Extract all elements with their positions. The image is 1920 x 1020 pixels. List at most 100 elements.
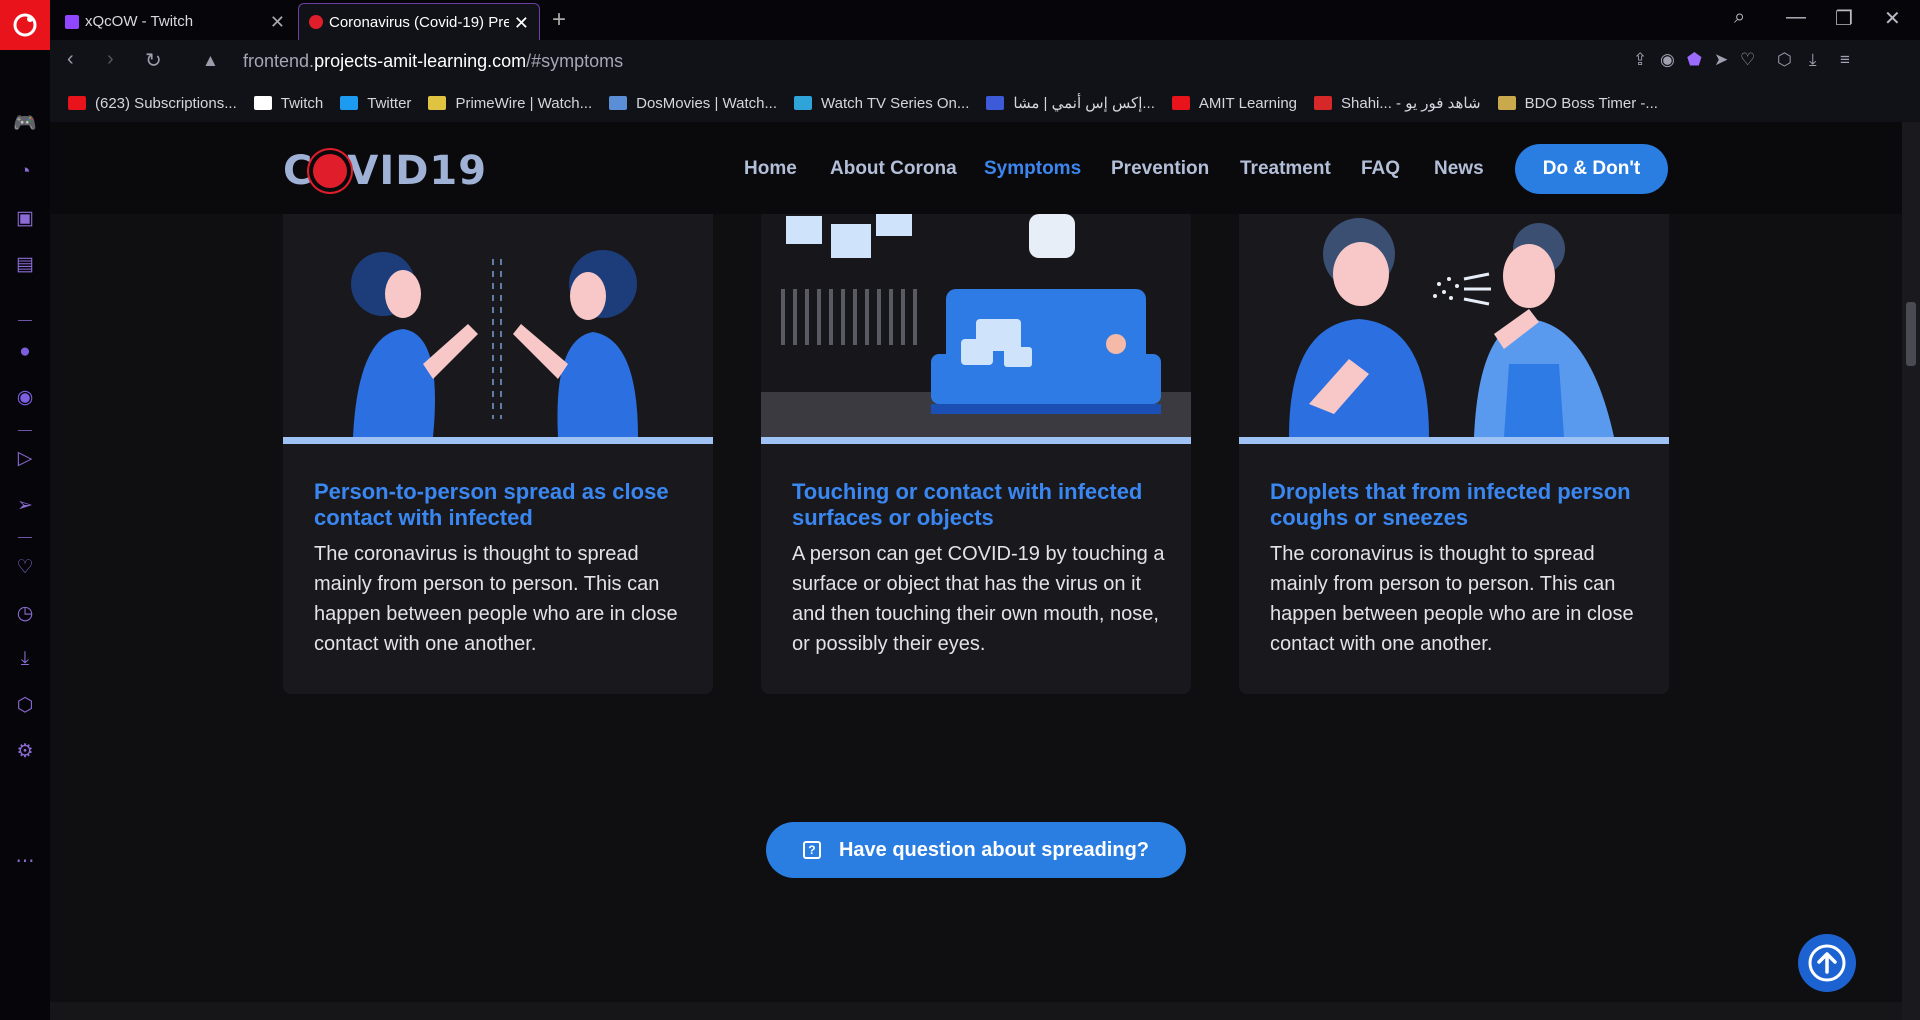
card-text: The coronavirus is thought to spread mai… (1270, 543, 1634, 655)
forward-icon[interactable]: › (107, 48, 114, 71)
history-icon[interactable]: ◷ (13, 602, 37, 626)
share-icon[interactable]: ⇪ (1633, 50, 1647, 70)
bookmarks-icon[interactable]: ♡ (13, 556, 37, 580)
opera-sidebar: 🎮 ◔ ▣ ▤ ● ◉ ▷ ➢ ♡ ◷ ⤓ ⬡ ⚙ ⋯ (0, 50, 50, 1020)
shop-icon[interactable]: ▣ (13, 207, 37, 231)
tab-covid[interactable]: Coronavirus (Covid-19) Pre ✕ (298, 3, 540, 40)
tab-label: Coronavirus (Covid-19) Pre (329, 13, 509, 31)
title-bar: xQcOW - Twitch ✕ Coronavirus (Covid-19) … (0, 0, 1920, 50)
bookmark-item[interactable]: Watch TV Series On... (794, 95, 969, 112)
dosmovies-icon (609, 96, 628, 110)
card-title: Touching or contact with infected surfac… (792, 479, 1143, 530)
nav-home[interactable]: Home (744, 158, 797, 180)
camera-icon[interactable]: ◉ (1660, 50, 1675, 70)
more-icon[interactable]: ⋯ (13, 850, 37, 874)
messenger-icon[interactable]: ● (13, 340, 37, 364)
close-window-icon[interactable]: ✕ (1884, 6, 1901, 31)
vpn-shield-icon[interactable]: ⬟ (1687, 50, 1702, 70)
twitch-icon (65, 14, 79, 29)
bookmark-item[interactable]: PrimeWire | Watch... (428, 95, 592, 112)
amit-icon (1171, 96, 1190, 110)
downloads-icon[interactable]: ⤓ (13, 647, 37, 671)
bookmark-item[interactable]: DosMovies | Watch... (609, 95, 777, 112)
scroll-to-top-button[interactable] (1798, 934, 1856, 992)
illustration-surfaces (761, 214, 1191, 437)
bookmark-item[interactable]: AMIT Learning (1171, 94, 1297, 112)
illustration-person-to-person (283, 214, 713, 437)
question-icon: ? (802, 841, 821, 859)
bookmark-label: AMIT Learning (1198, 94, 1297, 112)
card-accent-bar (761, 437, 1191, 444)
url-field[interactable]: frontend.projects-amit-learning.com/#sym… (243, 51, 623, 72)
card-text: A person can get COVID-19 by touching a … (792, 543, 1165, 655)
player-icon[interactable]: ▷ (13, 447, 37, 471)
url-domain: projects-amit-learning.com (314, 51, 527, 71)
opera-menu-button[interactable] (0, 0, 50, 50)
nav-about-corona[interactable]: About Corona (830, 158, 957, 180)
nav-faq[interactable]: FAQ (1361, 158, 1400, 180)
do-and-dont-button[interactable]: Do & Don't (1515, 144, 1668, 194)
virus-icon (313, 154, 348, 188)
watchtv-icon (794, 96, 812, 110)
question-spreading-button[interactable]: ? Have question about spreading? (766, 822, 1186, 878)
search-tabs-icon[interactable]: ⌕ (1734, 6, 1745, 29)
symptom-card-3: Droplets that from infected person cough… (1239, 214, 1669, 694)
settings-icon[interactable]: ⚙ (13, 740, 37, 764)
illustration-droplets (1239, 214, 1669, 437)
extensions-icon[interactable]: ⬡ (13, 694, 37, 718)
bookmark-label: Shahi... - شاهد فور يو (1341, 95, 1481, 112)
logo-left: C (283, 148, 314, 194)
sidebar-divider (18, 320, 32, 321)
symptom-card-2: Touching or contact with infected surfac… (761, 214, 1191, 694)
card-accent-bar (1239, 437, 1669, 444)
send-icon[interactable]: ➤ (1714, 50, 1728, 70)
twitch-sidebar-icon[interactable]: ▤ (13, 253, 37, 277)
flow-icon[interactable]: ➢ (13, 494, 37, 518)
youtube-icon (68, 96, 86, 110)
bookmark-item[interactable]: BDO Boss Timer -... (1497, 95, 1658, 112)
easy-setup-icon[interactable]: ≡ (1840, 50, 1850, 70)
close-tab-icon[interactable]: ✕ (270, 12, 285, 33)
reload-icon[interactable]: ↻ (145, 48, 162, 73)
new-tab-icon[interactable]: + (552, 6, 566, 34)
heart-icon[interactable]: ♡ (1740, 50, 1755, 70)
nav-symptoms[interactable]: Symptoms (984, 158, 1081, 180)
nav-news[interactable]: News (1434, 158, 1484, 180)
bookmarks-bar: (623) Subscriptions... Twitch Twitter Prime… (50, 84, 1920, 122)
sidebar-divider (18, 430, 32, 431)
tab-label: xQcOW - Twitch (85, 13, 194, 30)
page-icon (253, 96, 272, 110)
bookmark-item[interactable]: إكس إس أنمي | مشا... (986, 94, 1155, 112)
scrollbar-thumb[interactable] (1906, 302, 1916, 366)
bookmark-item[interactable]: Twitter (340, 95, 411, 112)
address-bar: ‹ › ↻ ▲ frontend.projects-amit-learning.… (50, 40, 1920, 84)
nav-prevention[interactable]: Prevention (1111, 158, 1209, 180)
gamepad-icon[interactable]: 🎮 (13, 112, 37, 136)
card-accent-bar (283, 437, 713, 444)
speed-dial-icon[interactable]: ◔ (13, 160, 37, 184)
bookmark-item[interactable]: Shahi... - شاهد فور يو (1314, 94, 1481, 112)
download-icon[interactable]: ⤓ (1809, 50, 1817, 70)
sidebar-divider (18, 537, 32, 538)
cube-icon[interactable]: ⬡ (1777, 50, 1792, 70)
whatsapp-icon[interactable]: ◉ (13, 386, 37, 410)
logo-right: VID19 (347, 148, 488, 194)
page-viewport: C VID19 Home About Corona Symptoms Preven… (50, 122, 1902, 1020)
twitter-icon (340, 96, 359, 110)
bookmark-label: DosMovies | Watch... (636, 94, 777, 112)
minimize-icon[interactable]: — (1786, 6, 1806, 29)
page-scrollbar[interactable] (1902, 122, 1920, 1020)
covid19-logo[interactable]: C VID19 (283, 148, 487, 194)
insecure-warning-icon[interactable]: ▲ (202, 51, 219, 71)
primewire-icon (428, 96, 447, 110)
bookmark-label: إكس إس أنمي | مشا... (1013, 95, 1155, 112)
bookmark-label: (623) Subscriptions... (95, 94, 237, 112)
tab-twitch[interactable]: xQcOW - Twitch ✕ (55, 3, 295, 40)
bookmark-item[interactable]: Twitch (253, 95, 323, 112)
card-title: Droplets that from infected person cough… (1270, 479, 1631, 530)
back-icon[interactable]: ‹ (67, 48, 74, 71)
bookmark-item[interactable]: (623) Subscriptions... (68, 95, 237, 112)
close-tab-icon[interactable]: ✕ (514, 13, 529, 34)
restore-icon[interactable]: ❐ (1835, 6, 1853, 31)
nav-treatment[interactable]: Treatment (1240, 158, 1331, 180)
